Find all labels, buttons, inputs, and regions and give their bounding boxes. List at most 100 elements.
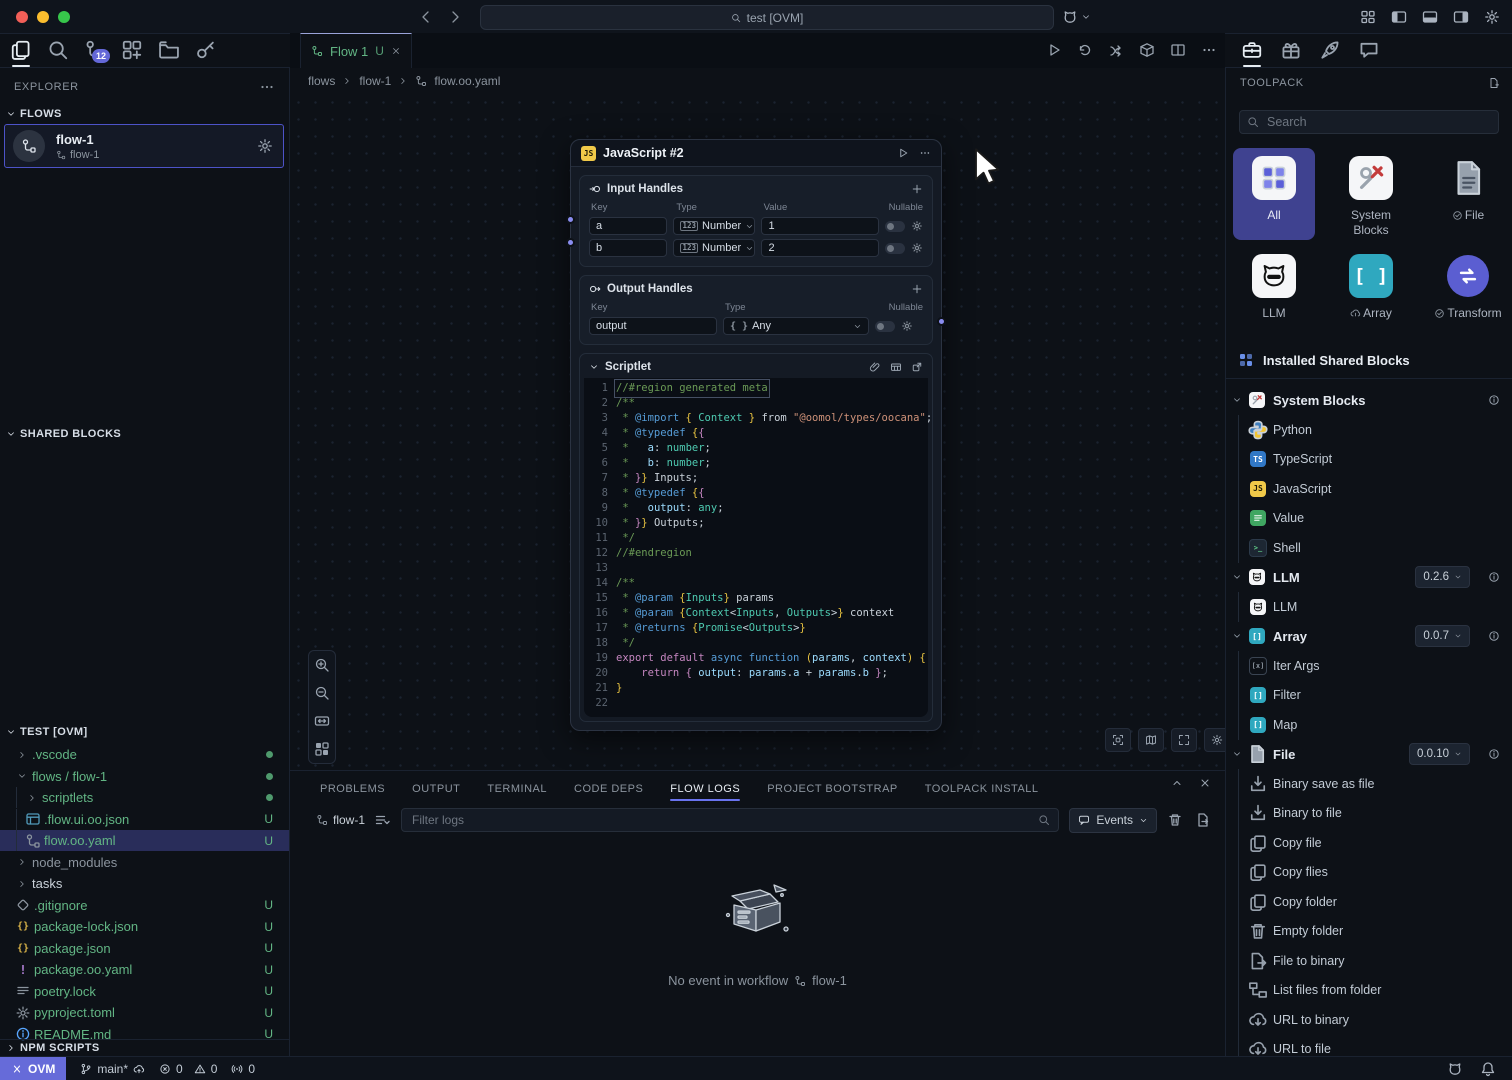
version-select[interactable]: 0.0.7 <box>1415 625 1470 647</box>
toolpack-tile-array[interactable]: [ ]Array <box>1330 246 1412 338</box>
panel-close-icon[interactable] <box>1199 777 1211 789</box>
log-flow-selector[interactable]: flow-1 <box>316 813 365 827</box>
file-tree-item--vscode[interactable]: .vscode <box>0 744 289 765</box>
toggle-right-panel-icon[interactable] <box>1453 9 1469 25</box>
code-line-14[interactable]: 14/** <box>584 576 928 591</box>
merge-run-icon[interactable] <box>1108 42 1124 58</box>
block-item-javascript[interactable]: JSJavaScript <box>1226 475 1512 503</box>
toolpack-searchbox[interactable] <box>1239 110 1499 134</box>
code-line-10[interactable]: 10 * }} Outputs; <box>584 516 928 531</box>
info-icon[interactable] <box>1488 394 1500 406</box>
code-line-12[interactable]: 12//#endregion <box>584 546 928 561</box>
notifications-bell-icon[interactable] <box>1480 1061 1496 1077</box>
block-item-file-to-binary[interactable]: File to binary <box>1226 947 1512 975</box>
code-line-13[interactable]: 13 <box>584 561 928 576</box>
remote-indicator[interactable]: OVM <box>0 1057 66 1080</box>
block-group-llm[interactable]: LLM0.2.6 <box>1226 563 1512 591</box>
block-item-copy-file[interactable]: Copy file <box>1226 829 1512 857</box>
toolpack-tile-file[interactable]: File <box>1427 148 1509 240</box>
row-settings-gear-icon[interactable] <box>911 242 923 254</box>
block-item-typescript[interactable]: TSTypeScript <box>1226 445 1512 473</box>
settings-gear-icon[interactable] <box>1484 9 1500 25</box>
node-javascript-2[interactable]: JS JavaScript #2 Input Handles KeyTypeVa… <box>570 139 942 731</box>
toolpack-tile-transform[interactable]: Transform <box>1427 246 1509 338</box>
open-external-icon[interactable] <box>911 361 923 373</box>
block-item-iter-args[interactable]: [x]Iter Args <box>1226 652 1512 680</box>
type-select[interactable]: 123Number <box>673 239 755 257</box>
key-field[interactable]: output <box>589 317 717 335</box>
input-port-a[interactable] <box>566 215 575 224</box>
history-forward-icon[interactable] <box>447 9 463 25</box>
feedback-view-icon[interactable] <box>1358 33 1380 67</box>
code-line-17[interactable]: 17 * @returns {Promise<Outputs>} <box>584 621 928 636</box>
key-view-icon[interactable] <box>195 33 217 67</box>
chevron-down-icon[interactable] <box>589 362 599 372</box>
block-item-binary-save-as-file[interactable]: Binary save as file <box>1226 770 1512 798</box>
minimize-window-button[interactable] <box>37 11 49 23</box>
rerun-icon[interactable] <box>1077 42 1093 58</box>
ports-status[interactable]: 0 <box>231 1062 255 1076</box>
log-level-list-icon[interactable] <box>375 812 391 828</box>
key-field[interactable]: a <box>589 217 667 235</box>
filter-logs-inputbox[interactable] <box>401 808 1059 832</box>
git-branch-status[interactable]: main* <box>80 1062 145 1076</box>
zoom-out-icon[interactable] <box>314 685 330 701</box>
export-logs-icon[interactable] <box>1195 812 1211 828</box>
add-output-icon[interactable] <box>911 283 923 295</box>
type-select[interactable]: 123Number <box>673 217 755 235</box>
file-tree-item-pyproject-toml[interactable]: pyproject.tomlU <box>0 1002 289 1023</box>
code-line-22[interactable]: 22 <box>584 696 928 711</box>
block-group-file[interactable]: File0.0.10 <box>1226 740 1512 768</box>
code-line-18[interactable]: 18 */ <box>584 636 928 651</box>
panel-tab-output[interactable]: OUTPUT <box>412 783 460 795</box>
info-icon[interactable] <box>1488 571 1500 583</box>
code-line-9[interactable]: 9 * output: any; <box>584 501 928 516</box>
file-tree-item-flows-flow-1[interactable]: flows / flow-1 <box>0 766 289 787</box>
file-tree-item-package-json[interactable]: {}package.jsonU <box>0 938 289 959</box>
panel-tab-project-bootstrap[interactable]: PROJECT BOOTSTRAP <box>767 783 898 795</box>
nullable-toggle[interactable] <box>875 321 895 332</box>
block-item-empty-folder[interactable]: Empty folder <box>1226 917 1512 945</box>
file-tree-item-poetry-lock[interactable]: poetry.lockU <box>0 981 289 1002</box>
key-field[interactable]: b <box>589 239 667 257</box>
file-tree-item-node-modules[interactable]: node_modules <box>0 852 289 873</box>
block-item-value[interactable]: Value <box>1226 504 1512 532</box>
file-tree-item-package-lock-json[interactable]: {}package-lock.jsonU <box>0 916 289 937</box>
gift-view-icon[interactable] <box>1280 33 1302 67</box>
run-flow-icon[interactable] <box>1046 42 1062 58</box>
history-back-icon[interactable] <box>418 9 434 25</box>
panel-tab-problems[interactable]: PROBLEMS <box>320 783 385 795</box>
editor-table-icon[interactable] <box>890 361 902 373</box>
block-item-python[interactable]: Python <box>1226 416 1512 444</box>
type-select[interactable]: { }Any <box>723 317 869 335</box>
toolpack-view-icon[interactable] <box>1241 33 1263 67</box>
command-center[interactable]: test [OVM] <box>480 5 1054 30</box>
breadcrumb-item-flow-oo-yaml[interactable]: flow.oo.yaml <box>434 74 500 88</box>
nullable-toggle[interactable] <box>885 221 905 232</box>
panel-tab-flow-logs[interactable]: FLOW LOGS <box>670 783 740 795</box>
toolpack-tile-system-blocks[interactable]: System Blocks <box>1330 148 1412 240</box>
toggle-bottom-panel-icon[interactable] <box>1422 9 1438 25</box>
row-settings-gear-icon[interactable] <box>901 320 913 332</box>
assistant-menu[interactable] <box>1062 0 1091 33</box>
npm-scripts-section-header[interactable]: NPM SCRIPTS <box>0 1039 289 1056</box>
toolpack-tile-all[interactable]: All <box>1233 148 1315 240</box>
block-item-url-to-binary[interactable]: URL to binary <box>1226 1006 1512 1034</box>
toggle-left-panel-icon[interactable] <box>1391 9 1407 25</box>
nullable-toggle[interactable] <box>885 243 905 254</box>
screenshot-icon[interactable] <box>1105 728 1131 752</box>
row-settings-gear-icon[interactable] <box>911 220 923 232</box>
search-view-icon[interactable] <box>47 33 69 67</box>
info-icon[interactable] <box>1488 630 1500 642</box>
flow-canvas[interactable]: JS JavaScript #2 Input Handles KeyTypeVa… <box>290 94 1225 770</box>
code-line-5[interactable]: 5 * a: number; <box>584 441 928 456</box>
code-line-8[interactable]: 8 * @typedef {{ <box>584 486 928 501</box>
block-item-list-files-from-folder[interactable]: List files from folder <box>1226 976 1512 1004</box>
block-item-filter[interactable]: []Filter <box>1226 681 1512 709</box>
file-tree-item-flow-oo-yaml[interactable]: flow.oo.yamlU <box>0 830 289 851</box>
breadcrumb-item-flows[interactable]: flows <box>308 74 335 88</box>
toolpack-search-input[interactable] <box>1265 114 1491 130</box>
block-item-map[interactable]: []Map <box>1226 711 1512 739</box>
code-line-15[interactable]: 15 * @param {Inputs} params <box>584 591 928 606</box>
code-line-2[interactable]: 2/** <box>584 396 928 411</box>
